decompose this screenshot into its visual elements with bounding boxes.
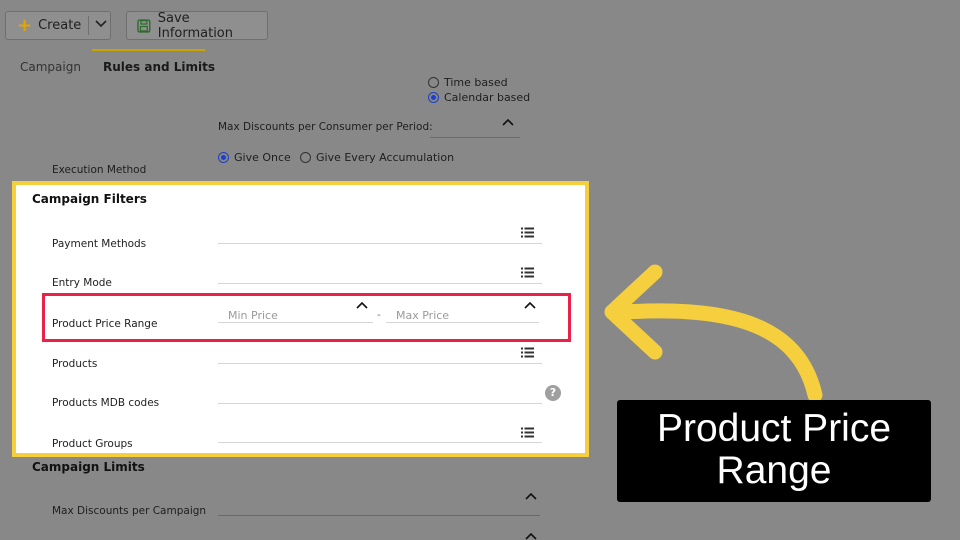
create-button[interactable]: + Create xyxy=(5,11,111,40)
save-information-button[interactable]: Save Information xyxy=(126,10,268,41)
max-price-input[interactable]: Max Price xyxy=(396,309,449,322)
payment-methods-field[interactable] xyxy=(218,243,542,244)
plus-icon: + xyxy=(17,14,33,36)
active-tab-indicator xyxy=(92,49,205,51)
caret-up-icon[interactable] xyxy=(525,532,537,540)
list-icon[interactable] xyxy=(521,347,534,358)
tab-rules-and-limits[interactable]: Rules and Limits xyxy=(103,60,215,74)
list-icon[interactable] xyxy=(521,267,534,278)
radio-calendar-based[interactable]: Calendar based xyxy=(428,91,530,104)
radio-time-based-label: Time based xyxy=(444,76,508,89)
product-price-range-label: Product Price Range xyxy=(52,318,158,330)
price-range-separator: - xyxy=(377,309,381,321)
campaign-filters-title: Campaign Filters xyxy=(32,192,147,206)
payment-methods-label: Payment Methods xyxy=(52,238,147,250)
entry-mode-label: Entry Mode xyxy=(52,277,112,289)
max-discounts-per-campaign-label: Max Discounts per Campaign xyxy=(52,505,207,517)
products-mdb-codes-label: Products MDB codes xyxy=(52,397,160,409)
radio-give-every-accumulation-label: Give Every Accumulation xyxy=(316,151,455,164)
radio-time-based[interactable]: Time based xyxy=(428,76,508,89)
save-information-label: Save Information xyxy=(157,10,234,41)
radio-give-every-accumulation[interactable]: Give Every Accumulation xyxy=(300,151,454,164)
caret-up-icon[interactable] xyxy=(525,492,537,500)
save-disk-icon xyxy=(137,18,151,33)
radio-circle[interactable] xyxy=(300,152,311,163)
caret-up-icon[interactable] xyxy=(356,301,368,309)
products-mdb-codes-field[interactable] xyxy=(218,403,542,404)
entry-mode-field[interactable] xyxy=(218,283,542,284)
min-price-input[interactable]: Min Price xyxy=(228,309,278,322)
list-icon[interactable] xyxy=(521,427,534,438)
create-button-label: Create xyxy=(38,18,82,33)
radio-circle[interactable] xyxy=(428,77,439,88)
radio-circle-selected[interactable] xyxy=(428,92,439,103)
radio-circle-selected[interactable] xyxy=(218,152,229,163)
products-field[interactable] xyxy=(218,363,542,364)
product-groups-field[interactable] xyxy=(218,442,542,443)
caret-up-icon[interactable] xyxy=(524,301,536,309)
radio-calendar-based-label: Calendar based xyxy=(444,91,531,104)
product-groups-label: Product Groups xyxy=(52,438,133,450)
execution-method-label: Execution Method xyxy=(52,164,147,176)
help-icon[interactable]: ? xyxy=(545,385,561,401)
products-label: Products xyxy=(52,358,98,370)
radio-give-once[interactable]: Give Once xyxy=(218,151,291,164)
button-divider xyxy=(88,16,89,35)
max-discounts-per-consumer-label: Max Discounts per Consumer per Period: xyxy=(218,121,433,133)
callout-line-2: Range xyxy=(716,449,832,492)
max-discounts-per-campaign-field[interactable] xyxy=(218,515,540,516)
min-price-underline xyxy=(218,322,373,323)
list-icon[interactable] xyxy=(521,227,534,238)
radio-give-once-label: Give Once xyxy=(234,151,291,164)
max-discounts-consumer-field[interactable] xyxy=(430,137,520,138)
callout-label: Product Price Range xyxy=(617,400,931,502)
tab-campaign[interactable]: Campaign xyxy=(20,60,81,74)
callout-line-1: Product Price xyxy=(656,407,892,450)
campaign-limits-title: Campaign Limits xyxy=(32,460,145,474)
max-price-underline xyxy=(386,322,539,323)
caret-up-icon[interactable] xyxy=(502,118,514,126)
campaign-filters-panel: Campaign Filters Payment Methods Entry M… xyxy=(12,181,589,457)
chevron-down-icon[interactable] xyxy=(94,16,108,30)
